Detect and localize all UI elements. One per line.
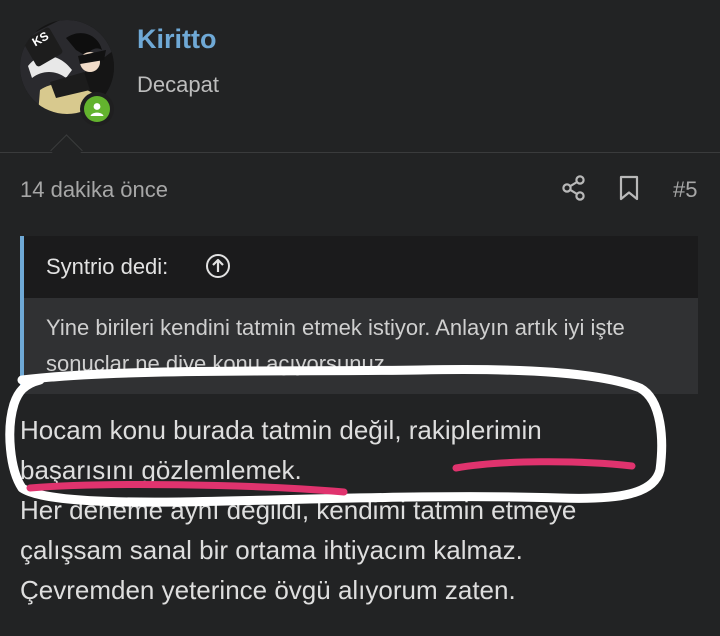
quote-block: Syntrio dedi: Yine birileri kendini tatm… [20,236,698,394]
post-meta: 14 dakika önce #5 [0,168,720,212]
bookmark-button[interactable] [616,174,642,202]
share-icon [562,175,585,201]
post-line: Çevremden yeterince övgü alıyorum zaten. [20,575,516,605]
post-line: Hocam konu burada tatmin değil, rakipler… [20,415,542,445]
post-number-link[interactable]: #5 [673,177,697,203]
post-timestamp[interactable]: 14 dakika önce [20,177,168,203]
quote-author[interactable]: Syntrio dedi: [46,254,168,280]
username-link[interactable]: Kiritto [137,24,216,55]
quote-jump-button[interactable] [205,253,231,279]
post-line: Her deneme aynı değildi, kendimi tatmin … [20,495,577,525]
share-button[interactable] [560,174,588,202]
quote-text: Yine birileri kendini tatmin etmek istiy… [46,315,625,376]
post-header: KS Kiritto Decapat [0,0,720,152]
user-title: Decapat [137,72,219,97]
arrow-up-circle-icon [206,254,230,278]
header-divider [0,152,720,153]
bookmark-icon [619,175,639,201]
quote-header: Syntrio dedi: [24,236,698,298]
online-status-indicator [80,92,114,126]
post-line: çalışsam sanal bir ortama ihtiyacım kalm… [20,535,523,565]
post-body: Hocam konu burada tatmin değil, rakipler… [20,410,710,610]
post-line: başarısını gözlemlemek. [20,455,302,485]
user-icon [90,103,104,116]
